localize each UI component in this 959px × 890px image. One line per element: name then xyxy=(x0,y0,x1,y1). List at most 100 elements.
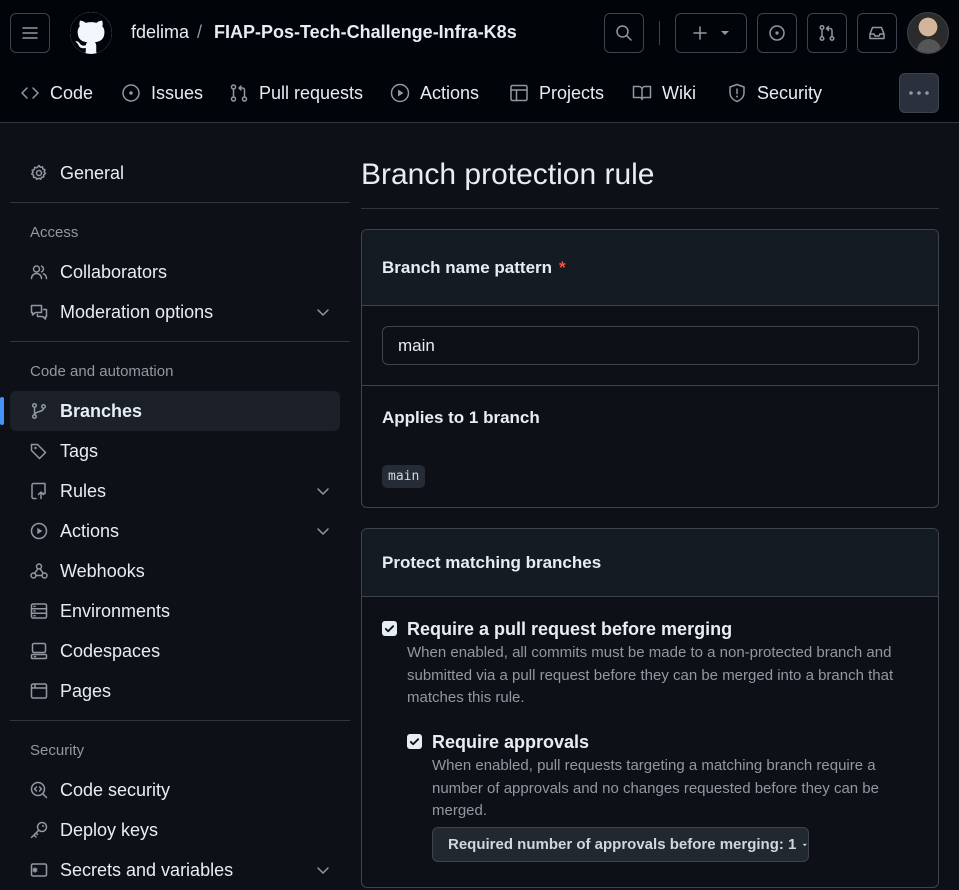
sidebar-item-code-security[interactable]: Code security xyxy=(10,770,340,810)
plus-icon xyxy=(693,26,707,40)
search-icon xyxy=(616,25,632,41)
sidebar-item-label: Codespaces xyxy=(60,640,161,661)
sidebar-item-rules[interactable]: Rules xyxy=(10,471,340,511)
table-icon xyxy=(509,83,529,103)
chevron-down-icon xyxy=(317,867,329,874)
code-icon xyxy=(20,83,40,103)
play-icon xyxy=(30,522,48,540)
git-branch-icon xyxy=(31,402,47,420)
branch-pattern-box: Branch name pattern * Applies to 1 branc… xyxy=(361,229,939,508)
tab-code[interactable]: Code xyxy=(20,73,93,113)
protect-branches-box: Protect matching branches Require a pull… xyxy=(361,528,939,888)
tab-wiki[interactable]: Wiki xyxy=(632,73,696,113)
sidebar-item-label: Rules xyxy=(60,480,107,501)
github-mark-icon xyxy=(70,12,112,53)
sidebar-item-label: Tags xyxy=(60,440,99,461)
require-approvals-title: Require approvals xyxy=(432,732,590,752)
require-pr-title: Require a pull request before merging xyxy=(407,619,733,639)
pull-request-icon xyxy=(229,83,249,103)
applies-to-text: Applies to 1 branch xyxy=(382,408,540,427)
protect-branches-header: Protect matching branches xyxy=(362,529,938,597)
search-button[interactable] xyxy=(604,13,644,53)
kebab-horizontal-icon xyxy=(909,91,929,95)
inbox-icon xyxy=(869,26,885,40)
require-approvals-checkbox[interactable] xyxy=(407,734,422,749)
matched-branch-chip: main xyxy=(382,465,426,488)
sidebar-divider xyxy=(10,202,350,203)
play-icon xyxy=(390,83,410,103)
repo-nav: Code Issues Pull requests Actions Projec… xyxy=(0,73,959,113)
sidebar-item-label: Pages xyxy=(60,680,112,701)
gear-icon xyxy=(30,164,47,181)
branch-pattern-input[interactable] xyxy=(382,326,919,365)
issue-opened-icon xyxy=(769,25,785,41)
branch-pattern-row xyxy=(362,306,938,386)
your-issues-button[interactable] xyxy=(757,13,797,53)
user-avatar[interactable] xyxy=(907,12,949,54)
repo-owner-link[interactable]: fdelima xyxy=(131,22,189,43)
repo-push-icon xyxy=(31,482,46,500)
tab-code-label: Code xyxy=(50,82,94,103)
key-icon xyxy=(30,821,48,839)
tag-icon xyxy=(30,443,47,460)
header-divider xyxy=(659,21,660,45)
approvals-count-select[interactable]: Required number of approvals before merg… xyxy=(432,827,809,862)
tab-security-label: Security xyxy=(757,82,823,103)
sidebar-item-environments[interactable]: Environments xyxy=(10,591,340,631)
tab-projects[interactable]: Projects xyxy=(509,73,604,113)
codescan-icon xyxy=(30,781,48,799)
sidebar-item-label: Deploy keys xyxy=(60,819,159,840)
sidebar-heading-security: Security xyxy=(30,741,85,759)
tab-wiki-label: Wiki xyxy=(662,82,696,103)
sidebar-item-general[interactable]: General xyxy=(10,153,340,193)
webhook-icon xyxy=(30,563,48,579)
sidebar-item-actions[interactable]: Actions xyxy=(10,511,340,551)
tab-projects-label: Projects xyxy=(539,82,605,103)
approvals-select-label: Required number of approvals before merg… xyxy=(448,836,797,853)
title-divider xyxy=(361,208,939,209)
branch-pattern-header: Branch name pattern * xyxy=(362,230,938,306)
sidebar-item-webhooks[interactable]: Webhooks xyxy=(10,551,340,591)
require-pr-checkbox[interactable] xyxy=(382,621,397,636)
browser-icon xyxy=(30,683,48,699)
repo-name-link[interactable]: FIAP-Pos-Tech-Challenge-Infra-K8s xyxy=(214,22,517,43)
github-logo[interactable] xyxy=(70,12,112,54)
sidebar-item-branches[interactable]: Branches xyxy=(0,391,340,431)
tab-actions[interactable]: Actions xyxy=(390,73,479,113)
sidebar-item-label: General xyxy=(60,162,125,183)
page-title: Branch protection rule xyxy=(361,158,655,191)
inbox-button[interactable] xyxy=(857,13,897,53)
sidebar-item-deploy-keys[interactable]: Deploy keys xyxy=(10,810,340,850)
breadcrumb-separator: / xyxy=(197,22,203,42)
chevron-down-icon xyxy=(317,528,329,535)
git-pull-request-icon xyxy=(819,24,835,42)
sidebar-divider xyxy=(10,720,350,721)
sidebar-item-label: Branches xyxy=(60,400,143,421)
chevron-down-icon xyxy=(317,488,329,495)
people-icon xyxy=(30,265,48,280)
your-pull-requests-button[interactable] xyxy=(807,13,847,53)
sidebar-item-label: Secrets and variables xyxy=(60,859,234,880)
check-icon xyxy=(384,625,395,633)
create-new-button[interactable] xyxy=(675,13,747,53)
chevron-down-icon xyxy=(317,309,329,316)
sidebar-heading-access: Access xyxy=(30,223,79,241)
tab-pull-requests[interactable]: Pull requests xyxy=(229,73,363,113)
tab-issues-label: Issues xyxy=(151,82,204,103)
codespaces-icon xyxy=(30,642,48,660)
sidebar-item-pages[interactable]: Pages xyxy=(10,671,340,711)
shield-icon xyxy=(727,83,747,103)
tab-security[interactable]: Security xyxy=(727,73,822,113)
sidebar-item-label: Environments xyxy=(60,600,171,621)
tab-issues[interactable]: Issues xyxy=(121,73,203,113)
menu-button[interactable] xyxy=(10,13,50,53)
sidebar-heading-code-automation: Code and automation xyxy=(30,362,174,380)
more-tabs-button[interactable] xyxy=(899,73,939,113)
sidebar-item-tags[interactable]: Tags xyxy=(10,431,340,471)
hamburger-icon xyxy=(22,27,38,39)
sidebar-item-collaborators[interactable]: Collaborators xyxy=(10,252,340,292)
sidebar-item-moderation-options[interactable]: Moderation options xyxy=(10,292,340,332)
sidebar-item-secrets-variables[interactable]: Secrets and variables xyxy=(10,850,340,890)
sidebar-item-codespaces[interactable]: Codespaces xyxy=(10,631,340,671)
comment-discussion-icon xyxy=(30,304,48,320)
